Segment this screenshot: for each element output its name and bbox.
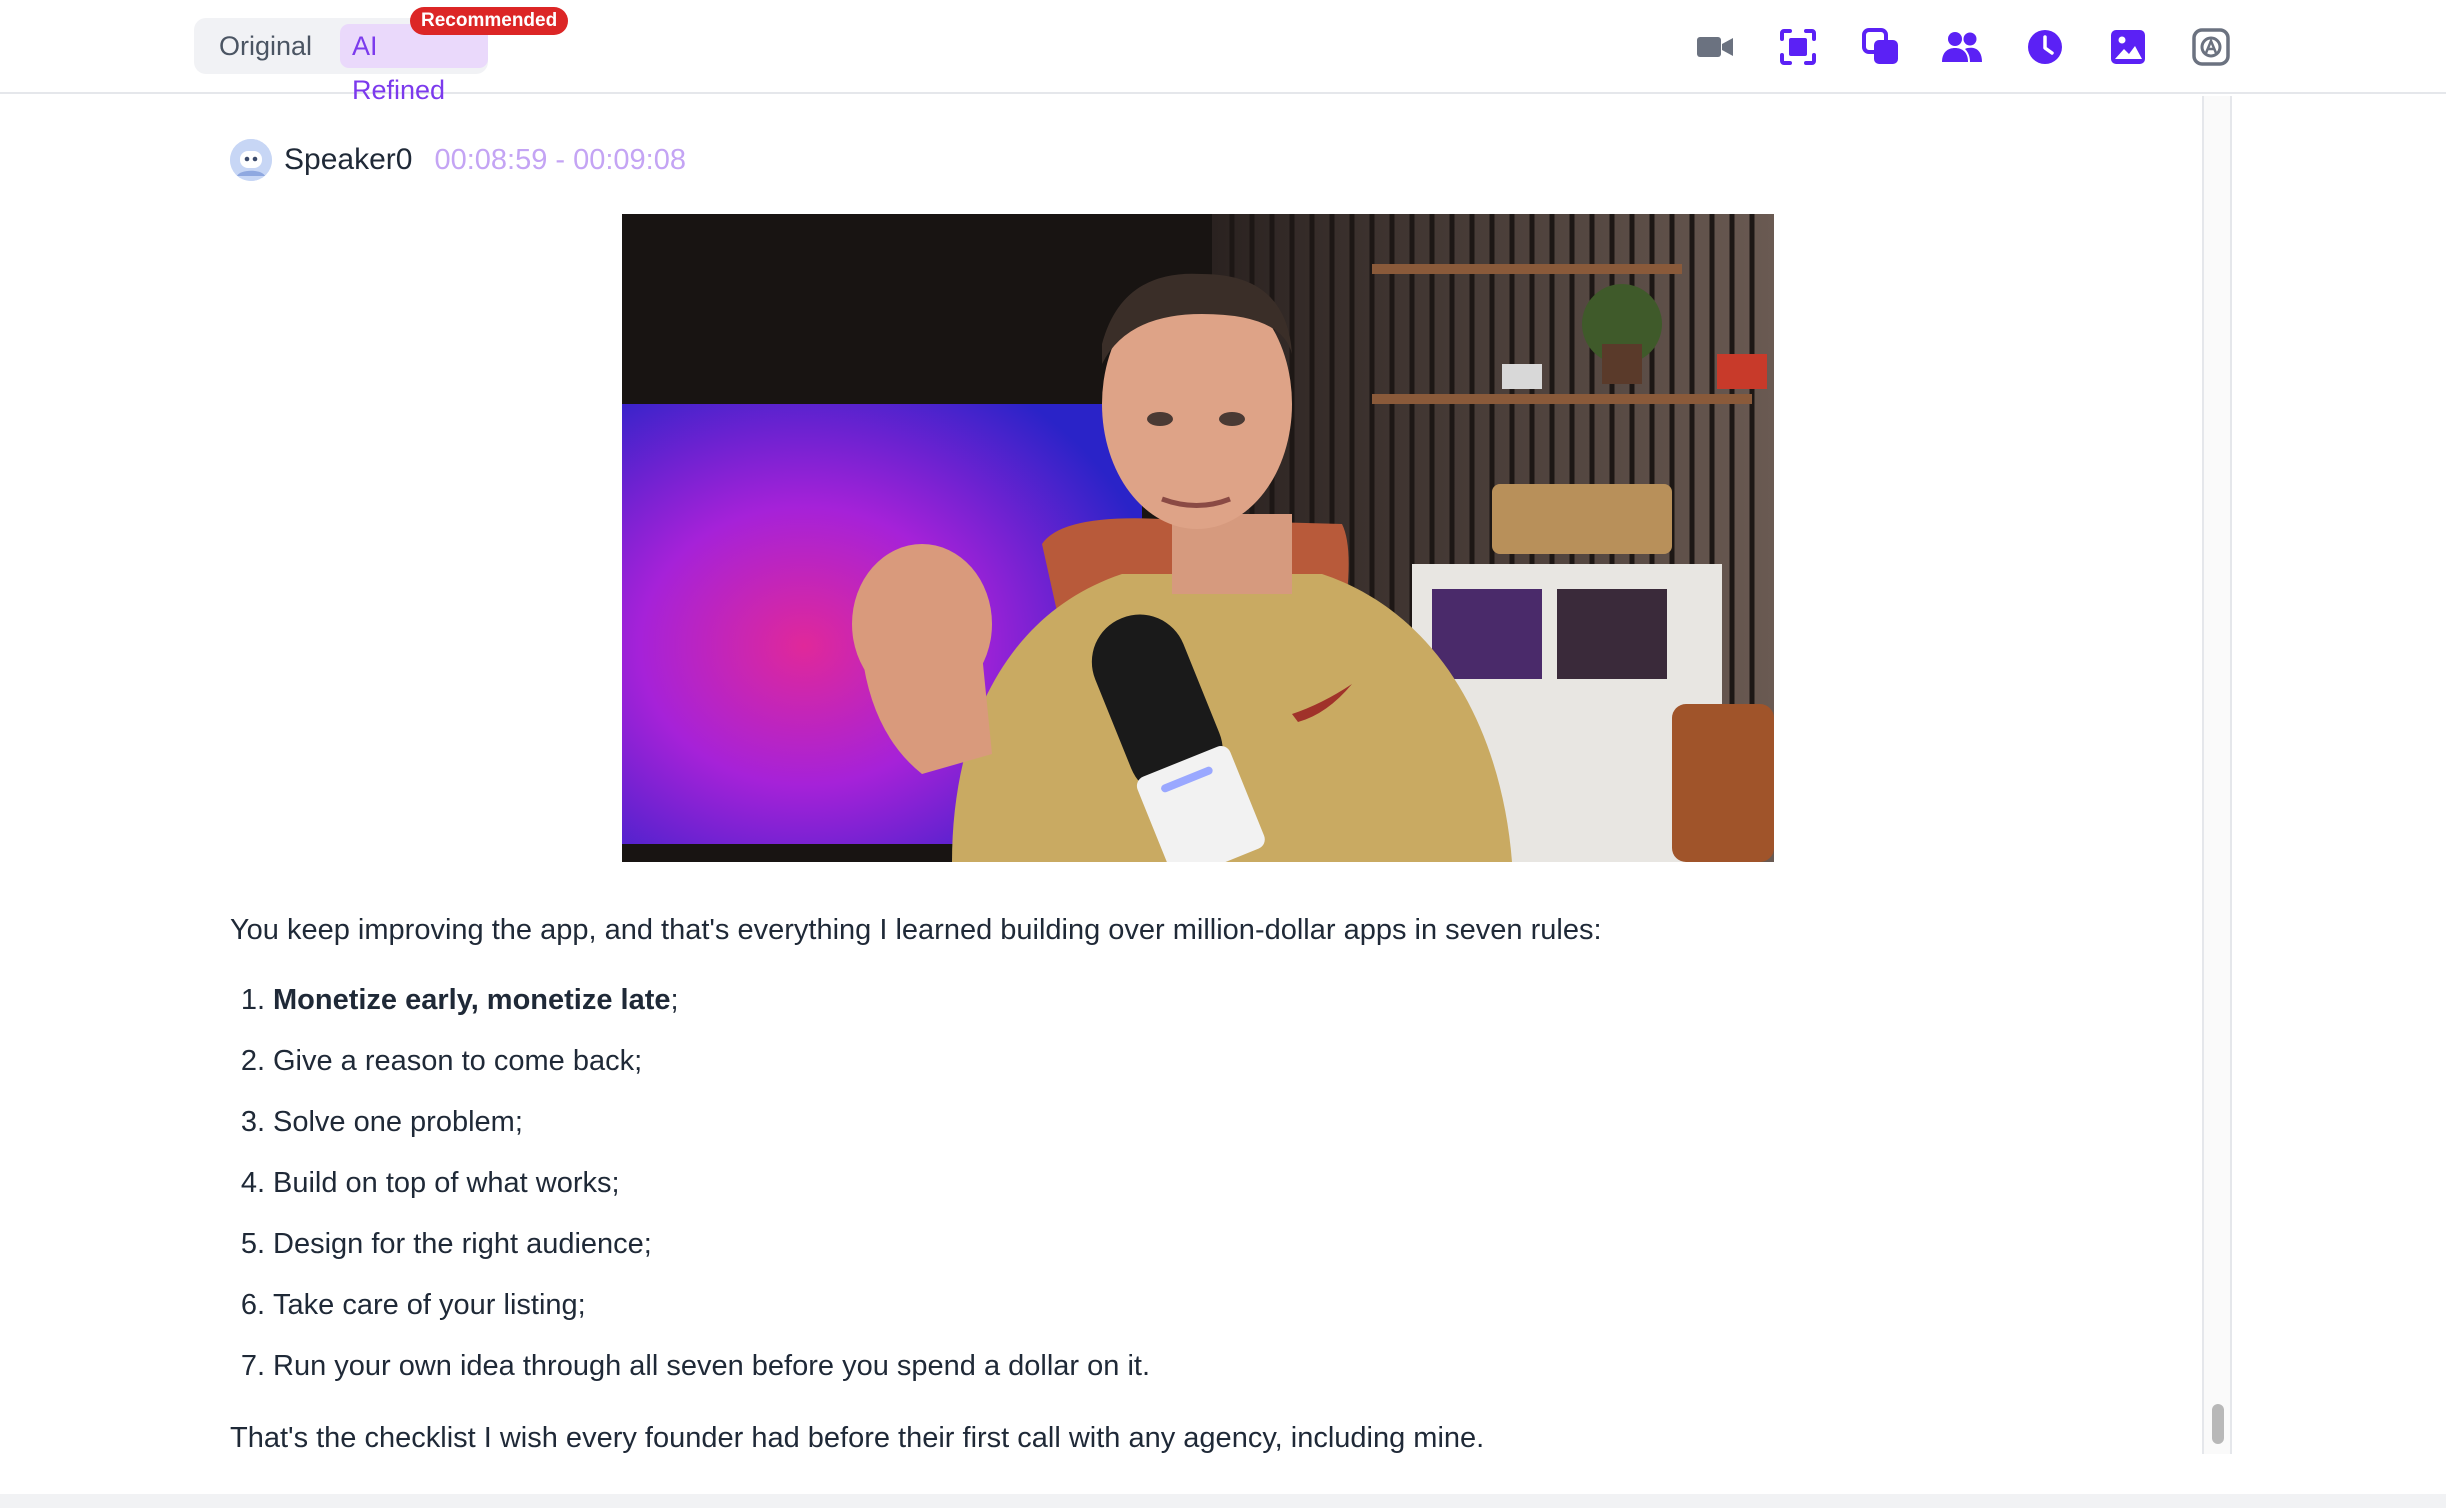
recommended-badge: Recommended	[410, 7, 569, 35]
list-item: 3. Solve one problem;	[240, 1106, 523, 1138]
vertical-scrollbar[interactable]	[2202, 96, 2232, 1454]
rule-bold-text: Monetize early, monetize late	[273, 984, 671, 1016]
speaker-avatar	[230, 139, 272, 181]
list-item: 4. Build on top of what works;	[240, 1167, 620, 1199]
scrollbar-thumb[interactable]	[2212, 1404, 2224, 1444]
top-toolbar: Original AI Refined Recommended	[0, 0, 2446, 105]
copy-pages-icon[interactable]	[1860, 26, 1902, 68]
clock-icon[interactable]	[2024, 26, 2066, 68]
screenshot-icon[interactable]	[1777, 26, 1819, 68]
list-item: 1. Monetize early, monetize late;	[240, 984, 679, 1016]
robot-avatar-icon	[230, 139, 272, 181]
list-item: 7. Run your own idea through all seven be…	[240, 1350, 1151, 1382]
speaker-name: Speaker0	[284, 143, 413, 176]
segment-outro-text: That's the checklist I wish every founde…	[230, 1422, 1485, 1454]
original-view-option[interactable]: Original	[207, 24, 324, 68]
video-camera-icon[interactable]	[1694, 26, 1736, 68]
image-icon[interactable]	[2107, 26, 2149, 68]
segment-intro-text: You keep improving the app, and that's e…	[230, 914, 1602, 946]
rules-list: 1. Monetize early, monetize late; 2. Give …	[230, 980, 1150, 1407]
segment-timestamp[interactable]: 00:08:59 - 00:09:08	[434, 144, 686, 177]
bottom-bar	[0, 1494, 2446, 1508]
speaker-header: Speaker0 00:08:59 - 00:09:08	[230, 138, 686, 182]
list-item: 2. Give a reason to come back;	[240, 1045, 643, 1077]
ai-settings-icon[interactable]	[2190, 26, 2232, 68]
list-item: 6. Take care of your listing;	[240, 1289, 586, 1321]
video-frame-thumbnail[interactable]	[622, 214, 1774, 862]
users-icon[interactable]	[1941, 26, 1983, 68]
list-item: 5. Design for the right audience;	[240, 1228, 652, 1260]
transcript-panel: Speaker0 00:08:59 - 00:09:08 You keep im…	[0, 96, 2200, 1494]
